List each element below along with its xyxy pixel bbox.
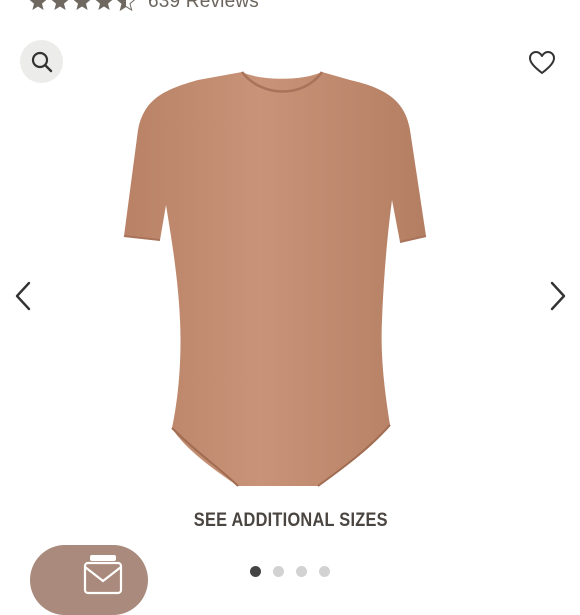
chat-button[interactable]	[30, 545, 148, 615]
wishlist-button[interactable]	[525, 46, 559, 80]
message-icon	[83, 555, 123, 595]
chevron-left-icon	[15, 281, 31, 311]
see-additional-sizes-label: SEE ADDITIONAL SIZES	[193, 510, 389, 531]
star-icon	[29, 0, 47, 10]
carousel-dot-1[interactable]	[250, 566, 261, 577]
half-star-icon	[116, 0, 136, 12]
previous-image-button[interactable]	[8, 278, 38, 314]
reviews-count[interactable]: 639 Reviews	[148, 0, 259, 13]
product-image[interactable]	[110, 62, 440, 512]
star-icon	[51, 0, 69, 10]
zoom-button[interactable]	[20, 40, 63, 83]
star-icon	[73, 0, 91, 10]
carousel-dots[interactable]	[250, 566, 330, 577]
star-icon	[95, 0, 113, 10]
carousel-dot-3[interactable]	[296, 566, 307, 577]
rating-row[interactable]: 639 Reviews	[28, 0, 259, 13]
heart-icon	[529, 51, 555, 74]
chevron-right-icon	[550, 281, 566, 311]
see-additional-sizes-button[interactable]: SEE ADDITIONAL SIZES	[148, 492, 434, 550]
carousel-dot-2[interactable]	[273, 566, 284, 577]
next-image-button[interactable]	[543, 278, 573, 314]
star-rating	[28, 0, 136, 12]
search-icon	[31, 51, 52, 72]
carousel-dot-4[interactable]	[319, 566, 330, 577]
